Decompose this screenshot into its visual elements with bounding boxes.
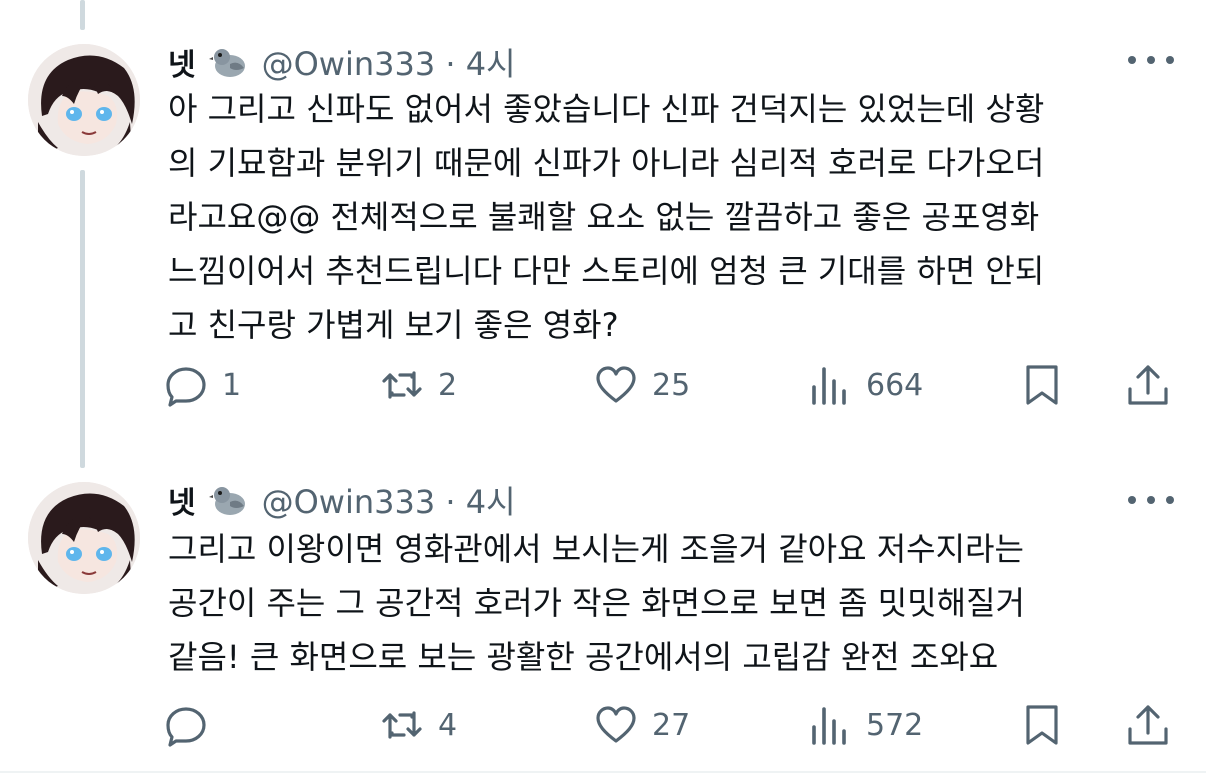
tweet-header: 넷 @Owin333 · 4시 <box>168 39 516 85</box>
views-icon <box>812 707 846 745</box>
views-button[interactable]: 572 <box>808 700 923 750</box>
tweet-text: 그리고 이왕이면 영화관에서 보시는게 조을거 같아요 저수지라는 공간이 주는… <box>168 530 1025 676</box>
share-button[interactable] <box>1126 700 1170 750</box>
pigeon-icon <box>208 42 248 82</box>
reply-icon <box>166 707 206 747</box>
like-button[interactable]: 25 <box>594 360 690 410</box>
handle-and-time[interactable]: @Owin333 · 4시 <box>262 477 516 523</box>
share-button[interactable] <box>1126 360 1170 410</box>
repost-icon <box>382 711 422 739</box>
like-count: 25 <box>652 367 691 403</box>
repost-count: 4 <box>438 707 458 743</box>
display-name[interactable]: 넷 <box>168 478 196 522</box>
repost-button[interactable]: 2 <box>380 360 457 410</box>
display-name[interactable]: 넷 <box>168 40 196 84</box>
avatar[interactable] <box>28 482 140 594</box>
repost-button[interactable]: 4 <box>380 700 457 750</box>
view-count: 664 <box>866 367 924 403</box>
views-button[interactable]: 664 <box>808 360 923 410</box>
action-bar: 4 27 572 <box>0 700 1206 750</box>
share-icon <box>1128 365 1168 405</box>
tweet-1[interactable]: 넷 @Owin333 · 4시 아 그리고 신파도 없어서 좋았습니다 신파 건… <box>0 0 1206 470</box>
tweet-2[interactable]: 넷 @Owin333 · 4시 그리고 이왕이면 영화관에서 보시는게 조을거 … <box>0 470 1206 770</box>
like-count: 27 <box>652 707 691 743</box>
tweet-text: 아 그리고 신파도 없어서 좋았습니다 신파 건덕지는 있었는데 상황 의 기묘… <box>168 90 1045 344</box>
reply-button[interactable]: 1 <box>164 360 241 410</box>
heart-icon <box>596 706 636 743</box>
avatar[interactable] <box>28 44 140 156</box>
share-icon <box>1128 705 1168 745</box>
more-dots-icon[interactable] <box>1128 490 1174 510</box>
pigeon-icon <box>208 480 248 520</box>
more-dots-icon[interactable] <box>1128 50 1174 70</box>
bookmark-button[interactable] <box>1020 700 1064 750</box>
like-button[interactable]: 27 <box>594 700 690 750</box>
reply-count: 1 <box>222 367 242 403</box>
views-icon <box>812 367 846 405</box>
reply-icon <box>166 367 206 407</box>
repost-count: 2 <box>438 367 458 403</box>
heart-icon <box>596 366 636 403</box>
handle-and-time[interactable]: @Owin333 · 4시 <box>262 39 516 85</box>
bookmark-icon <box>1026 705 1058 745</box>
reply-button[interactable] <box>164 700 222 750</box>
bookmark-icon <box>1026 365 1058 405</box>
bookmark-button[interactable] <box>1020 360 1064 410</box>
action-bar: 1 2 25 664 <box>0 360 1206 410</box>
tweet-header: 넷 @Owin333 · 4시 <box>168 477 516 523</box>
view-count: 572 <box>866 707 924 743</box>
repost-icon <box>382 371 422 399</box>
